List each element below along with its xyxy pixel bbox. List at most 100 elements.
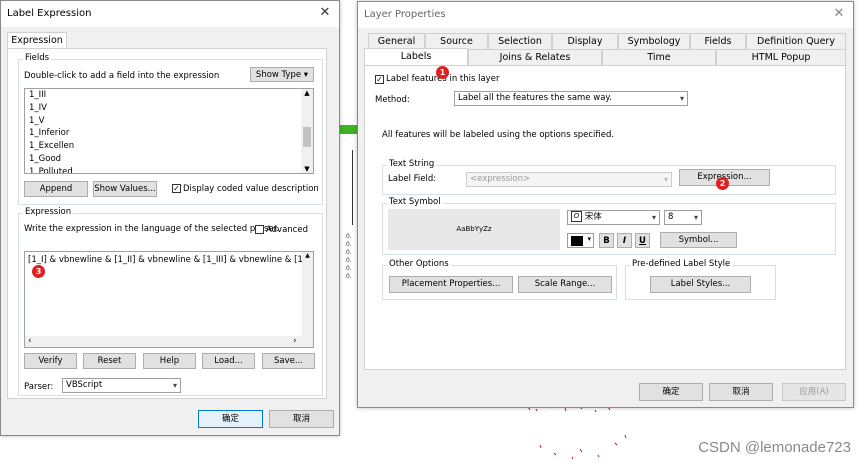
tab-time[interactable]: Time	[602, 49, 716, 65]
expression-textarea[interactable]: [1_I] & vbnewline & [1_II] & vbnewline &…	[24, 251, 314, 348]
reset-button[interactable]: Reset	[83, 353, 136, 369]
tab-source[interactable]: Source	[425, 33, 488, 49]
append-button[interactable]: Append	[24, 181, 88, 197]
chevron-down-icon: ▾	[679, 94, 684, 103]
tab-expression[interactable]: Expression	[7, 32, 67, 49]
map-tick-label: 0.	[346, 257, 352, 264]
scroll-up-icon[interactable]: ▲	[301, 89, 313, 97]
title-bar: Label Expression ✕	[1, 1, 339, 27]
group-title: Other Options	[387, 259, 451, 269]
tab-label: HTML Popup	[751, 52, 811, 63]
symbol-button[interactable]: Symbol...	[660, 232, 737, 248]
label-field-select[interactable]: <expression> ▾	[466, 172, 672, 187]
expression-vscroll[interactable]: ▲	[302, 252, 313, 336]
scale-range-button[interactable]: Scale Range...	[518, 276, 612, 293]
show-values-button[interactable]: Show Values...	[93, 181, 157, 197]
chevron-down-icon: ▾	[172, 381, 177, 390]
font-size-select[interactable]: 8 ▾	[664, 210, 702, 225]
group-title: Text Symbol	[387, 197, 443, 207]
display-coded-checkbox[interactable]: ✓	[172, 184, 181, 193]
tab-label: Joins & Relates	[499, 52, 571, 63]
save-button[interactable]: Save...	[262, 353, 315, 369]
parser-value: VBScript	[66, 380, 103, 390]
tab-selection[interactable]: Selection	[488, 33, 552, 49]
method-label: Method:	[375, 95, 410, 105]
chevron-down-icon: ▾	[663, 175, 668, 184]
tab-label: Symbology	[627, 36, 681, 47]
all-features-text: All features will be labeled using the o…	[382, 130, 615, 140]
tab-html-popup[interactable]: HTML Popup	[716, 49, 846, 65]
apply-button[interactable]: 应用(A)	[782, 383, 846, 401]
scroll-thumb[interactable]	[303, 127, 311, 147]
cancel-button[interactable]: 取消	[269, 410, 334, 428]
group-title: Expression	[23, 207, 74, 217]
close-icon[interactable]: ✕	[831, 6, 847, 22]
list-item[interactable]: 1_Good	[25, 153, 313, 166]
step-badge-1: 1	[436, 66, 449, 79]
placement-properties-button[interactable]: Placement Properties...	[389, 276, 513, 293]
color-swatch	[571, 236, 583, 246]
tab-label: Expression	[11, 35, 63, 46]
bold-button[interactable]: B	[599, 233, 614, 248]
label-styles-button[interactable]: Label Styles...	[650, 276, 751, 293]
load-button[interactable]: Load...	[202, 353, 255, 369]
cancel-button[interactable]: 取消	[709, 383, 773, 401]
font-select[interactable]: O 宋体 ▾	[567, 210, 660, 225]
close-icon[interactable]: ✕	[317, 5, 333, 21]
tab-labels[interactable]: Labels	[364, 48, 468, 66]
fields-scrollbar[interactable]: ▲ ▼	[301, 89, 313, 173]
list-item[interactable]: 1_IV	[25, 102, 313, 115]
advanced-label: Advanced	[266, 225, 308, 235]
list-item[interactable]: 1_Inferior	[25, 127, 313, 140]
group-title: Pre-defined Label Style	[630, 259, 733, 269]
method-value: Label all the features the same way.	[458, 93, 612, 103]
map-tick-label: 0.	[346, 233, 352, 240]
tab-label: Display	[567, 36, 603, 47]
help-button[interactable]: Help	[143, 353, 196, 369]
tab-label: Definition Query	[757, 36, 835, 47]
scroll-left-icon[interactable]: ‹	[28, 336, 32, 347]
fields-list[interactable]: 1_III 1_IV 1_V 1_Inferior 1_Excellen 1_G…	[24, 88, 314, 174]
list-item[interactable]: 1_V	[25, 115, 313, 128]
italic-button[interactable]: I	[617, 233, 632, 248]
list-item[interactable]: 1_Excellen	[25, 140, 313, 153]
underline-button[interactable]: U	[635, 233, 650, 248]
tab-label: Time	[647, 52, 671, 63]
advanced-checkbox[interactable]	[255, 225, 264, 234]
dialog-title: Layer Properties	[364, 9, 446, 20]
step-badge-3: 3	[32, 265, 45, 278]
expression-hscroll[interactable]: ‹ ›	[25, 336, 313, 347]
tab-joins-relates[interactable]: Joins & Relates	[468, 49, 602, 65]
tab-display[interactable]: Display	[552, 33, 618, 49]
scroll-down-icon[interactable]: ▼	[301, 165, 313, 173]
label-features-checkbox[interactable]: ✓	[375, 75, 384, 84]
parser-select[interactable]: VBScript ▾	[62, 378, 181, 393]
tab-definition-query[interactable]: Definition Query	[746, 33, 846, 49]
tab-label: Fields	[704, 36, 732, 47]
show-type-dropdown[interactable]: Show Type ▾	[250, 67, 314, 82]
expression-hint: Write the expression in the language of …	[24, 224, 280, 234]
tab-label: Labels	[400, 51, 432, 62]
tab-symbology[interactable]: Symbology	[618, 33, 690, 49]
expression-text: [1_I] & vbnewline & [1_II] & vbnewline &…	[28, 255, 304, 265]
tab-general[interactable]: General	[368, 33, 425, 49]
parser-label: Parser:	[24, 382, 54, 392]
map-tick-label: 0.	[346, 241, 352, 248]
map-line	[352, 150, 353, 225]
map-tick-labels: 0. 0. 0. 0. 0. 0.	[346, 233, 352, 281]
tab-label: Selection	[498, 36, 542, 47]
tab-fields[interactable]: Fields	[690, 33, 746, 49]
ok-button[interactable]: 确定	[198, 410, 263, 428]
tab-label: Source	[440, 36, 473, 47]
symbol-preview: AaBbYyZz	[388, 209, 560, 250]
list-item[interactable]: 1_Polluted	[25, 166, 313, 173]
group-title: Fields	[23, 53, 52, 63]
font-icon: O	[571, 211, 582, 222]
list-item[interactable]: 1_III	[25, 89, 313, 102]
ok-button[interactable]: 确定	[639, 383, 703, 401]
color-picker[interactable]: ▾	[567, 233, 594, 248]
sample-text: AaBbYyZz	[456, 225, 492, 233]
scroll-right-icon[interactable]: ›	[293, 336, 297, 347]
method-select[interactable]: Label all the features the same way. ▾	[454, 91, 688, 106]
verify-button[interactable]: Verify	[24, 353, 77, 369]
